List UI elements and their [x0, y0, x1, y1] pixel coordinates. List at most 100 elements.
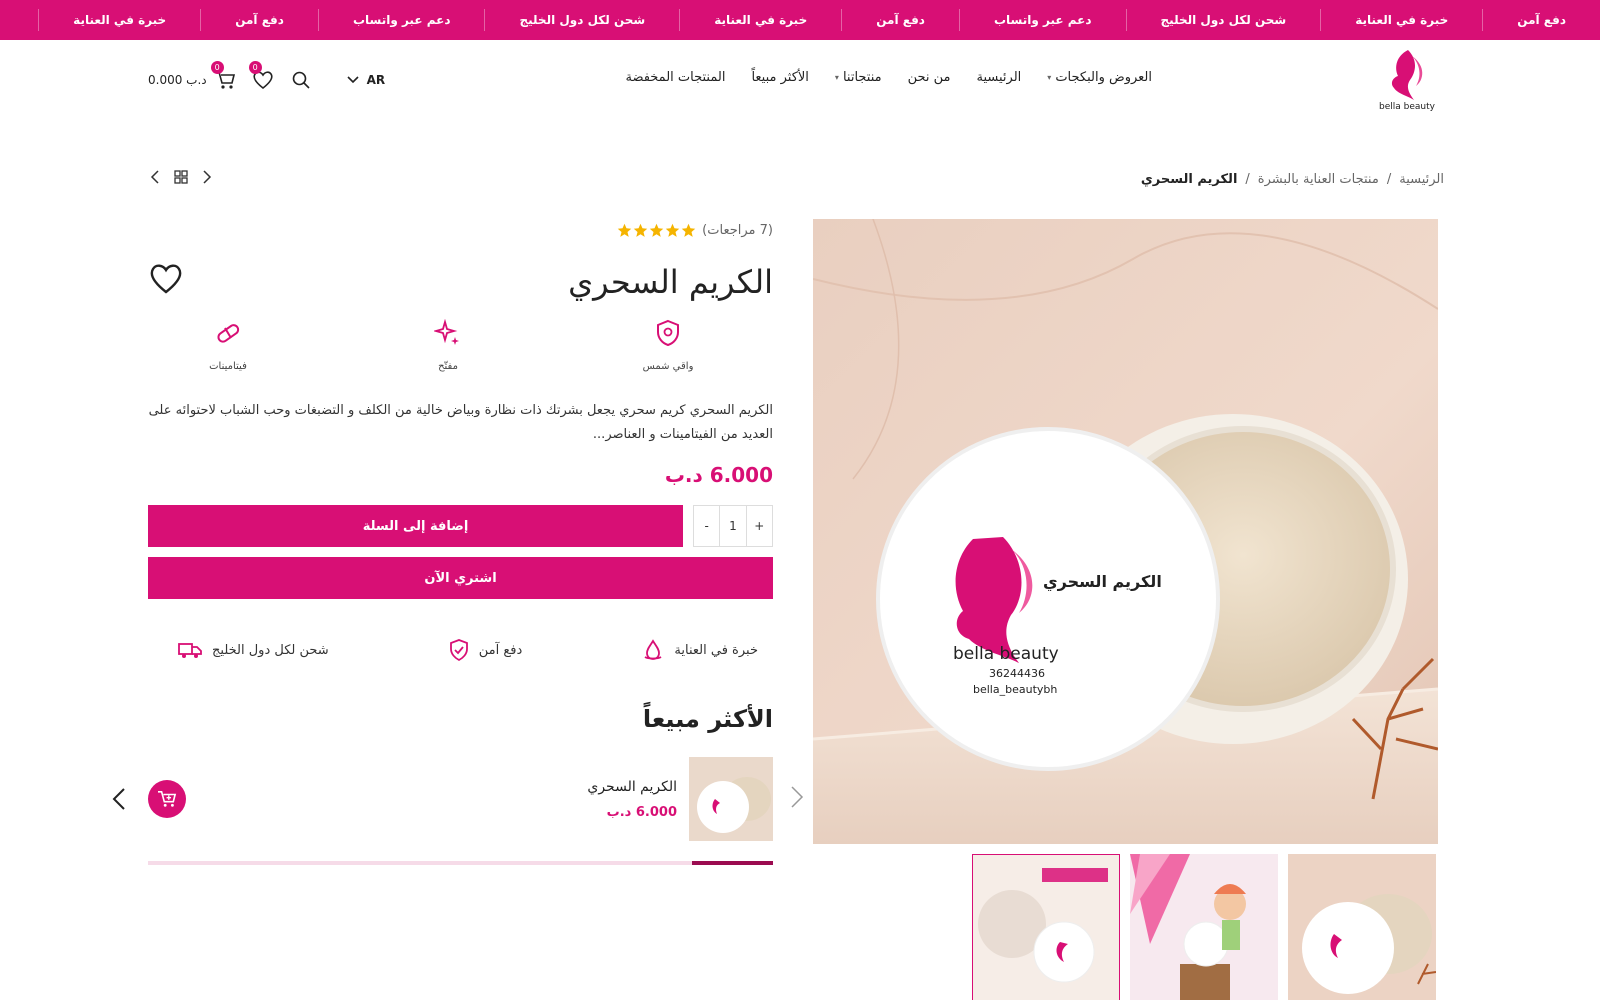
store-perks: شحن لكل دول الخليج دفع آمن خبرة في العنا… — [178, 639, 758, 661]
language-selector[interactable]: AR — [347, 73, 386, 87]
search-button[interactable] — [289, 68, 313, 92]
header-tools: 0.000 د.ب 0 0 AR — [148, 61, 386, 92]
ticker-item: شحن لكل دول الخليج — [484, 9, 679, 31]
jar-brand: bella beauty — [953, 644, 1059, 664]
breadcrumb-separator: / — [1245, 172, 1250, 187]
quantity-decrease-button[interactable]: - — [694, 519, 719, 533]
nav-item-home[interactable]: الرئيسية — [977, 70, 1022, 85]
breadcrumb-current: الكريم السحري — [1140, 172, 1238, 187]
logo-text: bella beauty — [1379, 102, 1435, 112]
brand-logo[interactable]: bella beauty — [1368, 46, 1446, 126]
product-price: 6.000 د.ب — [664, 463, 773, 487]
breadcrumb-home[interactable]: الرئيسية — [1399, 172, 1444, 187]
nav-item-label: منتجاتنا — [842, 70, 882, 85]
ticker-item: دعم عبر واتساب — [958, 9, 1126, 31]
star-icon — [681, 223, 696, 237]
quantity-input[interactable]: 1 — [719, 506, 747, 546]
carousel-progress-fill — [691, 861, 773, 865]
site-header: bella beauty العروض والبكجات ▾ الرئيسية … — [0, 40, 1600, 130]
nav-item-about[interactable]: من نحن — [908, 70, 951, 85]
star-icon — [649, 223, 664, 237]
jar-handle: bella_beautybh — [973, 683, 1057, 696]
product-features: فيتامينات مفتّح واقي شمس — [168, 319, 728, 372]
buy-now-button[interactable]: اشتري الآن — [148, 557, 773, 599]
best-seller-add-to-cart-button[interactable] — [148, 780, 186, 818]
thumbnail-image — [1288, 854, 1436, 1000]
ticker-item: خبرة في العناية — [1320, 9, 1482, 31]
product-pager — [150, 170, 212, 184]
main-nav: العروض والبكجات ▾ الرئيسية من نحن منتجات… — [625, 70, 1152, 85]
sun-shield-icon — [657, 319, 679, 347]
chevron-down-icon: ▾ — [834, 73, 839, 82]
product-description: الكريم السحري كريم سحري يجعل بشرتك ذات ن… — [148, 403, 773, 442]
star-icon — [633, 223, 648, 237]
nav-item-label: من نحن — [907, 70, 951, 85]
breadcrumb: الرئيسية / منتجات العناية بالبشرة / الكر… — [1141, 172, 1444, 187]
perk-care-expertise: خبرة في العناية — [642, 639, 758, 661]
ticker-item: خبرة في العناية — [679, 9, 841, 31]
best-seller-thumbnail[interactable] — [689, 757, 773, 841]
product-main-image[interactable]: الكريم السحري bella beauty 36244436 bell… — [813, 219, 1438, 844]
ticker-track: دفع آمن خبرة في العناية شحن لكل دول الخل… — [38, 0, 1600, 40]
jar-label-ar: الكريم السحري — [1043, 572, 1162, 592]
logo-mark-icon — [1391, 50, 1423, 100]
breadcrumb-separator: / — [1386, 172, 1392, 187]
product-thumbnails — [972, 854, 1436, 1000]
heart-icon — [150, 264, 182, 294]
nav-item-products[interactable]: منتجاتنا ▾ — [835, 70, 882, 85]
nav-item-offers[interactable]: العروض والبكجات ▾ — [1047, 70, 1152, 85]
thumbnail-2[interactable] — [1130, 854, 1278, 1000]
best-seller-price: 6.000 د.ب — [606, 805, 677, 820]
cart-button[interactable]: 0.000 د.ب 0 — [148, 61, 237, 92]
grid-icon[interactable] — [174, 170, 188, 184]
feature-label: فيتامينات — [209, 361, 247, 372]
perk-label: شحن لكل دول الخليج — [212, 642, 329, 658]
review-count: (7 مراجعات) — [702, 223, 773, 238]
thumbnail-1[interactable] — [972, 854, 1120, 1000]
breadcrumb-category[interactable]: منتجات العناية بالبشرة — [1258, 172, 1379, 187]
ticker-item: دفع آمن — [841, 9, 959, 31]
feature-label: مفتّح — [438, 361, 458, 372]
nav-item-discounted[interactable]: المنتجات المخفضة — [625, 70, 725, 85]
nav-item-label: الرئيسية — [976, 70, 1022, 85]
wishlist-button[interactable]: 0 — [248, 61, 275, 92]
sparkle-icon — [434, 319, 459, 345]
chevron-down-icon — [347, 76, 359, 84]
thumbnail-image — [972, 854, 1120, 1000]
language-label: AR — [366, 73, 386, 87]
nav-item-label: المنتجات المخفضة — [625, 70, 726, 85]
cart-count-badge: 0 — [210, 61, 224, 74]
best-seller-image — [689, 757, 773, 841]
best-sellers-title: الأكثر مبيعاً — [642, 705, 773, 733]
truck-icon — [178, 643, 202, 658]
chevron-left-icon — [112, 788, 125, 810]
image-prev-arrow[interactable] — [790, 785, 804, 813]
best-seller-item[interactable]: الكريم السحري 6.000 د.ب — [112, 757, 773, 841]
product-rating[interactable]: (7 مراجعات) — [617, 223, 773, 238]
feature-vitamins: فيتامينات — [168, 319, 288, 372]
chevron-right-icon — [791, 786, 804, 808]
ticker-item: خبرة في العناية — [38, 9, 200, 31]
thumbnail-3[interactable] — [1288, 854, 1436, 1000]
perk-secure-payment: دفع آمن — [449, 639, 522, 661]
pill-icon — [217, 324, 240, 343]
perk-shipping: شحن لكل دول الخليج — [178, 639, 329, 661]
jar-phone: 36244436 — [989, 667, 1045, 680]
shield-check-icon — [449, 639, 468, 661]
ticker-item: دعم عبر واتساب — [317, 9, 485, 31]
quantity-stepper: - 1 + — [693, 505, 773, 547]
nav-item-bestsellers[interactable]: الأكثر مبيعاً — [751, 70, 808, 85]
chevron-right-icon[interactable] — [202, 170, 212, 184]
add-to-wishlist-button[interactable] — [148, 261, 184, 297]
chevron-down-icon: ▾ — [1047, 73, 1052, 82]
best-seller-name[interactable]: الكريم السحري — [587, 779, 677, 795]
carousel-prev-button[interactable] — [112, 787, 126, 815]
chevron-left-icon[interactable] — [150, 170, 160, 184]
feature-label: واقي شمس — [642, 361, 694, 372]
feature-sunscreen: واقي شمس — [608, 319, 728, 372]
quantity-increase-button[interactable]: + — [747, 519, 772, 533]
add-to-cart-button[interactable]: إضافة إلى السلة — [148, 505, 683, 547]
perk-label: خبرة في العناية — [674, 642, 758, 658]
cart-total: 0.000 د.ب — [148, 73, 207, 87]
nav-item-label: الأكثر مبيعاً — [751, 70, 809, 85]
